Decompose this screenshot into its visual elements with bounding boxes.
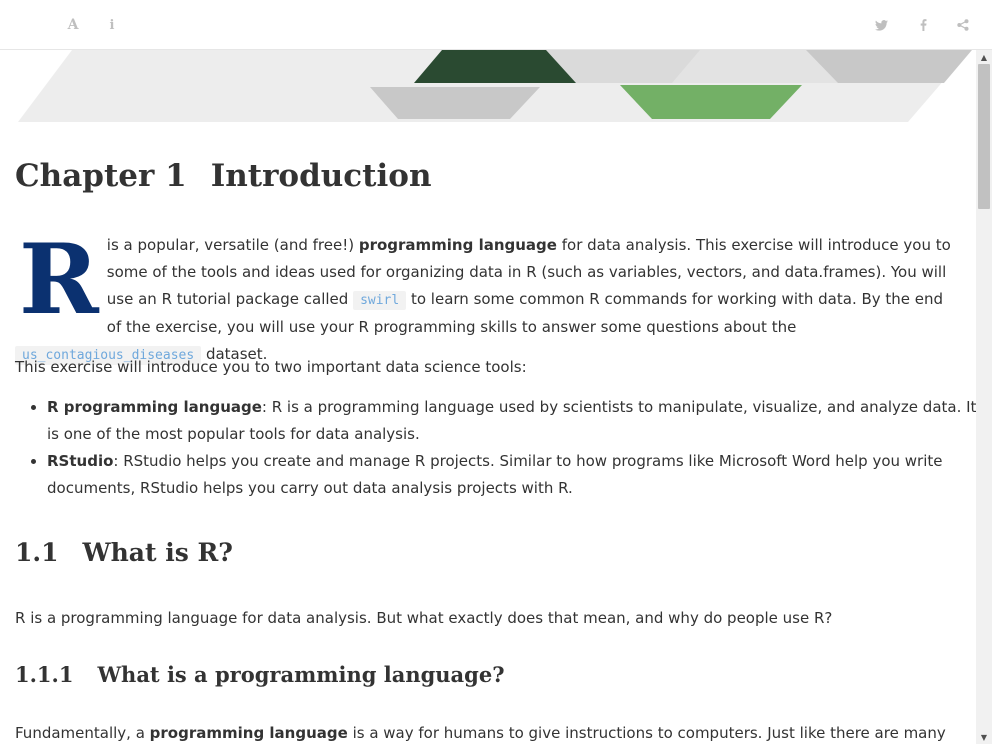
- scroll-up-arrow-icon[interactable]: ▲: [976, 50, 992, 64]
- what-is-r-paragraph: R is a programming language for data ana…: [15, 609, 833, 627]
- top-toolbar: A i: [0, 0, 992, 50]
- fundamentally-paragraph: Fundamentally, a programming language is…: [15, 724, 946, 742]
- header-banner-graphic: [18, 50, 972, 122]
- scrollbar-thumb[interactable]: [978, 64, 990, 209]
- share-icon[interactable]: [952, 14, 974, 36]
- chapter-title: Introduction: [210, 158, 432, 194]
- tools-list: R programming language: R is a programmi…: [15, 394, 976, 502]
- intro-paragraph: R is a popular, versatile (and free!) pr…: [15, 232, 960, 369]
- twitter-icon[interactable]: [870, 14, 892, 36]
- chapter-number: Chapter 1: [15, 158, 187, 194]
- font-settings-icon[interactable]: A: [62, 14, 84, 36]
- vertical-scrollbar[interactable]: ▲ ▼: [976, 50, 992, 744]
- book-content: Chapter 1 Introduction R is a popular, ve…: [0, 50, 976, 744]
- section-heading: 1.1 What is R?: [15, 538, 233, 567]
- subsection-heading: 1.1.1 What is a programming language?: [15, 662, 505, 687]
- list-item: RStudio: RStudio helps you create and ma…: [47, 448, 976, 502]
- drop-cap: R: [19, 223, 99, 336]
- bold-term: programming language: [358, 236, 557, 254]
- chapter-heading: Chapter 1 Introduction: [15, 158, 432, 194]
- tools-intro-paragraph: This exercise will introduce you to two …: [15, 358, 527, 376]
- list-item: R programming language: R is a programmi…: [47, 394, 976, 448]
- inline-code: swirl: [353, 291, 407, 310]
- info-icon[interactable]: i: [101, 14, 123, 36]
- scroll-down-arrow-icon[interactable]: ▼: [976, 730, 992, 744]
- facebook-icon[interactable]: [912, 14, 934, 36]
